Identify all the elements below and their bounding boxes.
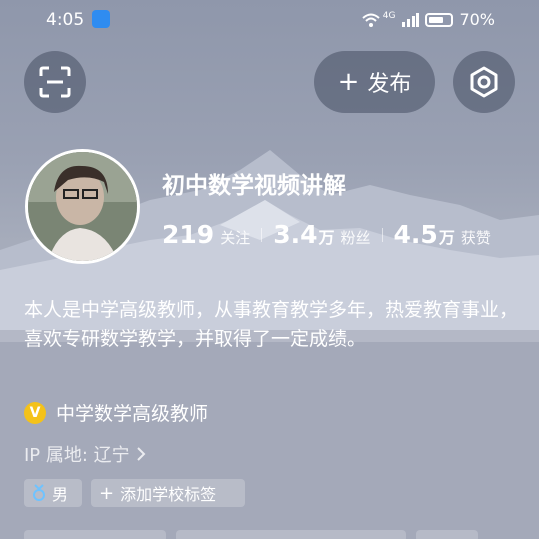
gender-tag: 男	[24, 479, 82, 507]
signal-icon	[402, 12, 420, 27]
status-bar: 4:05 4G 70%	[0, 0, 539, 40]
profile-name: 初中数学视频讲解	[162, 173, 346, 199]
stat-divider	[381, 227, 383, 242]
network-type-label: 4G	[382, 10, 396, 21]
settings-button[interactable]	[453, 51, 515, 113]
action-button-partial[interactable]	[416, 530, 478, 539]
wifi-icon	[362, 13, 380, 27]
publish-button[interactable]: + 发布	[314, 51, 435, 113]
followers-count[interactable]: 3.4	[273, 220, 317, 249]
plus-icon: +	[337, 67, 360, 97]
chevron-right-icon	[136, 447, 146, 461]
likes-unit: 万	[438, 228, 455, 247]
publish-label: 发布	[367, 72, 412, 97]
following-count[interactable]: 219	[162, 220, 214, 249]
male-gender-icon	[33, 484, 45, 501]
stat-divider	[261, 227, 263, 242]
battery-icon	[425, 12, 454, 27]
likes-count[interactable]: 4.5	[394, 220, 438, 249]
status-time: 4:05	[46, 10, 85, 30]
add-school-tag-button[interactable]: + 添加学校标签	[91, 479, 245, 507]
likes-label[interactable]: 获赞	[461, 227, 491, 248]
scan-icon	[39, 66, 71, 98]
action-button-partial[interactable]	[176, 530, 406, 539]
hexagon-settings-icon	[470, 66, 498, 98]
followers-label[interactable]: 粉丝	[341, 227, 371, 248]
scan-button[interactable]	[24, 51, 86, 113]
add-school-label: 添加学校标签	[120, 485, 217, 504]
avatar[interactable]	[25, 149, 140, 264]
ip-location[interactable]: IP 属地: 辽宁	[24, 441, 146, 467]
status-indicators: 4G 70%	[361, 10, 495, 29]
plus-icon: +	[99, 482, 115, 504]
gender-label: 男	[52, 485, 69, 504]
verified-badge-icon: V	[24, 401, 46, 424]
following-label[interactable]: 关注	[220, 227, 250, 248]
battery-percent: 70%	[459, 10, 495, 29]
action-button-partial[interactable]	[24, 530, 166, 539]
profile-bio: 本人是中学高级教师，从事教育教学多年，热爱教育事业，喜欢专研数学教学，并取得了一…	[24, 299, 519, 350]
verification-row: V 中学数学高级教师	[24, 399, 208, 426]
ip-location-text: IP 属地: 辽宁	[24, 445, 130, 466]
profile-screen: 4:05 4G 70% + 发布 初中数学视频讲解 219 关注 3.4 万 粉…	[0, 0, 539, 539]
avatar-portrait	[28, 152, 137, 261]
notification-app-icon	[92, 10, 110, 28]
profile-stats: 219 关注 3.4 万 粉丝 4.5 万 获赞	[162, 220, 491, 249]
verification-text: 中学数学高级教师	[56, 403, 209, 425]
followers-unit: 万	[318, 228, 335, 247]
